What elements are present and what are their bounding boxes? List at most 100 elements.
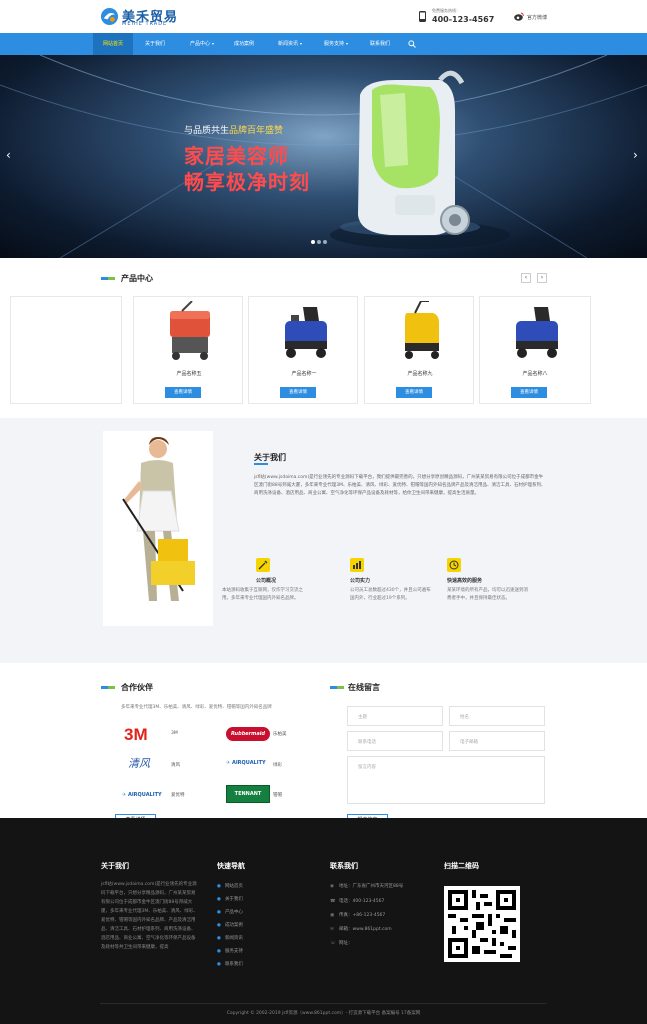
clock-icon — [447, 558, 461, 572]
nav-item-home[interactable]: 网站首页 — [93, 33, 133, 55]
banner-title-line2: 畅享极净时刻 — [184, 170, 310, 194]
feature-title: 公司实力 — [350, 578, 371, 584]
product-card[interactable]: 产品名称八 查看详情 — [479, 296, 591, 404]
feature-text: 公司员工总数超过430个，并且公司遍布国内外，行业超过19个系列。 — [350, 588, 431, 601]
nav-label: 成功案例 — [233, 41, 254, 47]
partner-logo-text: 3M — [124, 725, 148, 744]
contact-email[interactable]: ✉ 邮箱：www.861ppt.com — [330, 926, 392, 932]
contact-text: 电话：400-123-4567 — [339, 899, 385, 904]
bullet-icon: ● — [217, 884, 221, 889]
footer-link[interactable]: ● 关于我们 — [217, 896, 243, 902]
vacuum-product-image — [340, 70, 480, 236]
product-card[interactable]: 产品名称九 查看详情 — [364, 296, 474, 404]
banner-dot[interactable] — [323, 240, 327, 244]
bullet-icon: ● — [217, 910, 221, 915]
bullet-icon: ● — [217, 936, 221, 941]
banner-prev-arrow[interactable]: ‹ — [6, 148, 11, 162]
name-input[interactable]: 姓名 — [449, 706, 545, 726]
banner-dot[interactable] — [317, 240, 321, 244]
nav-item-products[interactable]: 产品中心 ▾ — [180, 33, 224, 55]
nav-item-cases[interactable]: 成功案例 — [224, 33, 264, 55]
feature-text: 某某环境的所有产品，均可以迅速送到消费者手中，并且保持最佳状态。 — [447, 588, 528, 601]
contact-address: ◉ 地址：广东省广州市天河区88号 — [330, 883, 403, 889]
footer-qr-title: 扫描二维码 — [444, 862, 479, 870]
contact-text: 地址：广东省广州市天河区88号 — [339, 884, 404, 889]
section-accent-bar — [101, 686, 115, 689]
email-input[interactable]: 电子邮箱 — [449, 731, 545, 751]
nav-item-about[interactable]: 关于我们 — [135, 33, 175, 55]
section-accent-bar — [330, 686, 344, 689]
about-accent-bar — [254, 463, 268, 465]
hotline-number: 400-123-4567 — [432, 15, 495, 24]
search-icon[interactable] — [408, 40, 416, 48]
footer-link[interactable]: ● 服务支持 — [217, 948, 243, 954]
partner-name: 钳帽 — [273, 793, 282, 798]
product-detail-button[interactable]: 查看详情 — [280, 387, 316, 398]
partner-logo-qingfeng[interactable]: 清风 — [128, 755, 172, 775]
nav-label: 联系我们 — [369, 41, 390, 47]
footer-divider — [100, 1003, 547, 1004]
contact-website[interactable]: ☏ 网址： — [330, 940, 353, 946]
product-name[interactable]: 产品名称八 — [480, 370, 590, 377]
footer-contact-title: 联系我们 — [330, 862, 358, 870]
logo-subtext: MEIHE TRADE — [122, 21, 168, 27]
banner-dot[interactable] — [311, 240, 315, 244]
products-next-button[interactable]: › — [537, 273, 547, 283]
nav-item-support[interactable]: 服务支持 ▾ — [314, 33, 358, 55]
about-text: jsfl站(www.jsdaima.com)是行业领先的专业源码下载平台，我们提… — [254, 475, 546, 496]
product-detail-button[interactable]: 查看详情 — [165, 387, 201, 398]
product-detail-button[interactable]: 查看详情 — [396, 387, 432, 398]
subject-input[interactable]: 主题 — [347, 706, 443, 726]
feature-title: 公司概况 — [256, 578, 277, 584]
partner-logo-3m[interactable]: 3M — [124, 725, 168, 745]
fax-icon: ▣ — [330, 913, 335, 918]
product-name[interactable]: 产品名称九 — [365, 370, 475, 377]
contact-text: 邮箱：www.861ppt.com — [339, 927, 392, 932]
partner-name: 乐柏美 — [273, 732, 287, 737]
hero-banner[interactable]: 与品质共生品牌百年盛赞 家居美容师 畅享极净时刻 — [0, 55, 647, 258]
site-logo[interactable]: 美禾贸易 MEIHE TRADE — [100, 6, 190, 28]
about-image — [103, 431, 213, 626]
content-textarea[interactable]: 留言内容 — [347, 756, 545, 804]
footer-link-label: 新闻资讯 — [224, 936, 243, 941]
footer-link[interactable]: ● 网站首页 — [217, 883, 243, 889]
nav-item-contact[interactable]: 联系我们 — [360, 33, 400, 55]
footer-link-label: 网站首页 — [224, 884, 243, 889]
bullet-icon: ● — [217, 962, 221, 967]
message-title: 在线留言 — [348, 683, 380, 692]
footer-link[interactable]: ● 新闻资讯 — [217, 935, 243, 941]
product-card-partial[interactable] — [10, 296, 122, 404]
ride-on-scrubber-image — [285, 307, 327, 358]
product-name[interactable]: 产品名称五 — [134, 370, 244, 377]
partner-name: 清风 — [171, 763, 180, 768]
banner-next-arrow[interactable]: › — [633, 148, 638, 162]
partners-intro: 多年来专业代理3M、乐柏美、清风、绿彩、爱优特、钳帽等国内外知名品牌 — [121, 705, 272, 710]
banner-background — [0, 55, 647, 258]
partner-logo-airquality[interactable]: ✈ AIRQUALITY — [226, 759, 270, 779]
feature-service: 快速高效的服务 某某环境的所有产品，均可以迅速送到消费者手中，并且保持最佳状态。 — [447, 558, 529, 603]
footer-link[interactable]: ● 产品中心 — [217, 909, 243, 915]
partner-logo-tennant[interactable]: TENNANT — [226, 785, 270, 803]
feature-title: 快速高效的服务 — [447, 578, 483, 584]
product-card[interactable]: 产品名称一 查看详情 — [248, 296, 358, 404]
footer-link[interactable]: ● 成功案例 — [217, 922, 243, 928]
location-icon: ◉ — [330, 884, 334, 889]
partner-logo-airquality[interactable]: ✈ AIRQUALITY — [122, 791, 166, 811]
globe-icon: ☏ — [330, 941, 336, 946]
product-name[interactable]: 产品名称一 — [249, 370, 359, 377]
partner-logo-text: ✈ AIRQUALITY — [122, 792, 162, 798]
products-prev-button[interactable]: ‹ — [521, 273, 531, 283]
feature-overview: 公司概况 本站源码收集于互联网，仅作学习交流之用。多年来专业代理国内外知名品牌。 — [222, 558, 304, 603]
banner-title-line1: 家居美容师 — [184, 144, 289, 168]
partner-logo-text: TENNANT — [234, 791, 262, 797]
nav-label: 服务支持 — [323, 41, 344, 47]
footer-link[interactable]: ● 联系我们 — [217, 961, 243, 967]
wrench-icon — [256, 558, 270, 572]
partner-logo-rubbermaid[interactable]: Rubbermaid — [226, 727, 270, 741]
product-card[interactable]: 产品名称五 查看详情 — [133, 296, 243, 404]
qr-code-image — [444, 886, 520, 962]
product-detail-button[interactable]: 查看详情 — [511, 387, 547, 398]
products-title: 产品中心 — [121, 274, 153, 283]
phone-input[interactable]: 联系电话 — [347, 731, 443, 751]
nav-item-news[interactable]: 新闻资讯 ▾ — [268, 33, 312, 55]
